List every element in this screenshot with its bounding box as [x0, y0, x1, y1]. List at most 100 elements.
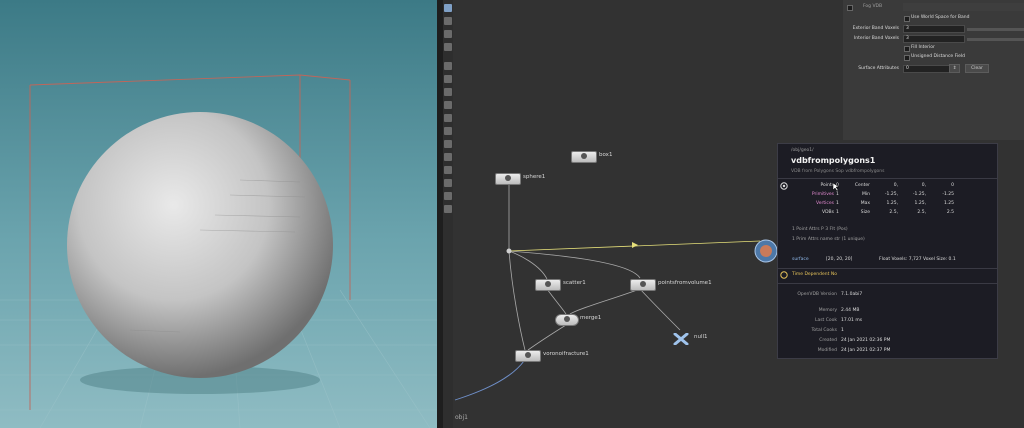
- node-voronoifracture1[interactable]: [515, 350, 541, 362]
- fill-interior-label: Fill Interior: [911, 45, 935, 50]
- vdbs-value: 1: [836, 210, 839, 215]
- node-type: VDB from Polygons Sop vdbfrompolygons: [791, 169, 885, 174]
- unsigned-distance-checkbox[interactable]: [904, 55, 910, 61]
- interior-band-label: Interior Band Voxels: [853, 36, 899, 41]
- max-x: 1.25,: [886, 201, 898, 206]
- node-label-box1: box1: [599, 152, 613, 158]
- interior-band-field[interactable]: 3: [903, 35, 965, 43]
- node-merge1[interactable]: [555, 314, 579, 326]
- draw-tool-icon[interactable]: [444, 153, 452, 161]
- node-label-pointsfromvolume1: pointsfromvolume1: [658, 280, 712, 286]
- interior-band-value: 3: [906, 36, 909, 41]
- node-label-voronoifracture1: voronoifracture1: [543, 351, 589, 357]
- primitives-label: Primitives: [811, 192, 834, 197]
- node-label-sphere1: sphere1: [523, 174, 546, 180]
- pose-tool-icon[interactable]: [444, 43, 452, 51]
- exterior-band-value: 3: [906, 26, 909, 31]
- node-pointsfromvolume1[interactable]: [630, 279, 656, 291]
- unsigned-distance-label: Unsigned Distance Field: [911, 54, 965, 59]
- separator: [778, 268, 997, 269]
- handle-tool-icon[interactable]: [444, 30, 452, 38]
- separator: [778, 178, 997, 179]
- options-tool-icon[interactable]: [444, 205, 452, 213]
- move-tool-icon[interactable]: [444, 17, 452, 25]
- parameter-panel: Fog VDB Use World Space for Band Exterio…: [843, 0, 1024, 140]
- prim-attributes: 1 Prim Attrs name str (1 unique): [792, 237, 865, 242]
- node-title: vdbfrompolygons1: [791, 156, 876, 165]
- surface-dimensions: [20, 20, 20]: [826, 257, 853, 262]
- fog-vdb-checkbox[interactable]: [847, 5, 853, 11]
- paint-tool-icon[interactable]: [444, 114, 452, 122]
- created-value: 24 Jan 2021 02:36 PM: [841, 338, 891, 343]
- light-tool-icon[interactable]: [444, 166, 452, 174]
- vertices-label: Vertices: [816, 201, 834, 206]
- max-y: 1.25,: [914, 201, 926, 206]
- surface-attributes-stepper[interactable]: ⇕: [949, 64, 960, 73]
- tool-shelf: [443, 0, 453, 428]
- min-label: Min: [862, 192, 870, 197]
- surface-label: surface: [792, 257, 809, 262]
- clear-button[interactable]: Clear: [965, 64, 989, 73]
- network-path: obj1: [455, 414, 468, 421]
- primitives-value: 1: [836, 192, 839, 197]
- node-path: /obj/geo1/: [791, 148, 814, 153]
- center-x: 0,: [893, 183, 898, 188]
- min-y: -1.25,: [912, 192, 926, 197]
- vertices-value: 1: [836, 201, 839, 206]
- display-tool-icon[interactable]: [444, 192, 452, 200]
- size-label: Size: [860, 210, 870, 215]
- surface-voxel-info: Float Voxels: 7,727 Voxel Size: 0.1: [879, 257, 956, 262]
- last-cook-value: 17.01 ms: [841, 318, 863, 323]
- modified-value: 24 Jan 2021 02:37 PM: [841, 348, 891, 353]
- exterior-band-field[interactable]: 3: [903, 25, 965, 33]
- interior-band-slider[interactable]: [967, 38, 1024, 41]
- separator: [778, 283, 997, 284]
- view-tool-icon[interactable]: [444, 62, 452, 70]
- node-label-merge1: merge1: [580, 315, 602, 321]
- center-y: 0,: [921, 183, 926, 188]
- min-z: -1.25: [942, 192, 954, 197]
- node-scatter1[interactable]: [535, 279, 561, 291]
- size-x: 2.5,: [889, 210, 898, 215]
- node-label-scatter1: scatter1: [563, 280, 586, 286]
- total-cooks-label: Total Cooks: [811, 328, 837, 333]
- fill-interior-checkbox[interactable]: [904, 46, 910, 52]
- node-sphere1[interactable]: [495, 173, 521, 185]
- max-label: Max: [860, 201, 870, 206]
- snap-tool-icon[interactable]: [444, 88, 452, 96]
- total-cooks-value: 1: [841, 328, 844, 333]
- fog-vdb-label: Fog VDB: [863, 4, 883, 9]
- modified-label: Modified: [817, 348, 837, 353]
- scene-viewport[interactable]: [0, 0, 437, 428]
- fog-vdb-field[interactable]: [903, 3, 1024, 11]
- point-attributes: 1 Point Attrs P 3 Flt (Pos): [792, 227, 848, 232]
- measure-tool-icon[interactable]: [444, 127, 452, 135]
- openvdb-value: 7.1.0abi7: [841, 292, 863, 297]
- null-cross-icon: [673, 332, 689, 346]
- select-tool-icon[interactable]: [444, 4, 452, 12]
- exterior-band-label: Exterior Band Voxels: [852, 26, 899, 31]
- exterior-band-slider[interactable]: [967, 28, 1024, 31]
- mouse-cursor-icon: [832, 182, 840, 192]
- center-z: 0: [951, 183, 954, 188]
- node-null1[interactable]: [673, 330, 689, 346]
- node-box1[interactable]: [571, 151, 597, 163]
- use-world-space-checkbox[interactable]: [904, 16, 910, 22]
- memory-value: 2.44 MB: [841, 308, 860, 313]
- surface-attributes-label: Surface Attributes: [858, 66, 899, 71]
- brush-tool-icon[interactable]: [444, 101, 452, 109]
- min-x: -1.25,: [884, 192, 898, 197]
- camera-tool-icon[interactable]: [444, 75, 452, 83]
- vdbs-label: VDBs: [822, 210, 834, 215]
- surface-attributes-value: 0: [906, 66, 909, 71]
- render-tool-icon[interactable]: [444, 179, 452, 187]
- size-y: 2.5,: [917, 210, 926, 215]
- sculpt-tool-icon[interactable]: [444, 140, 452, 148]
- vdb-sphere: [67, 112, 333, 378]
- time-dependent: Time Dependent No: [792, 272, 837, 277]
- use-world-space-label: Use World Space for Band: [911, 15, 970, 20]
- memory-label: Memory: [818, 308, 837, 313]
- node-info-popup: /obj/geo1/ vdbfrompolygons1 VDB from Pol…: [777, 143, 998, 359]
- size-z: 2.5: [946, 210, 954, 215]
- last-cook-label: Last Cook: [814, 318, 837, 323]
